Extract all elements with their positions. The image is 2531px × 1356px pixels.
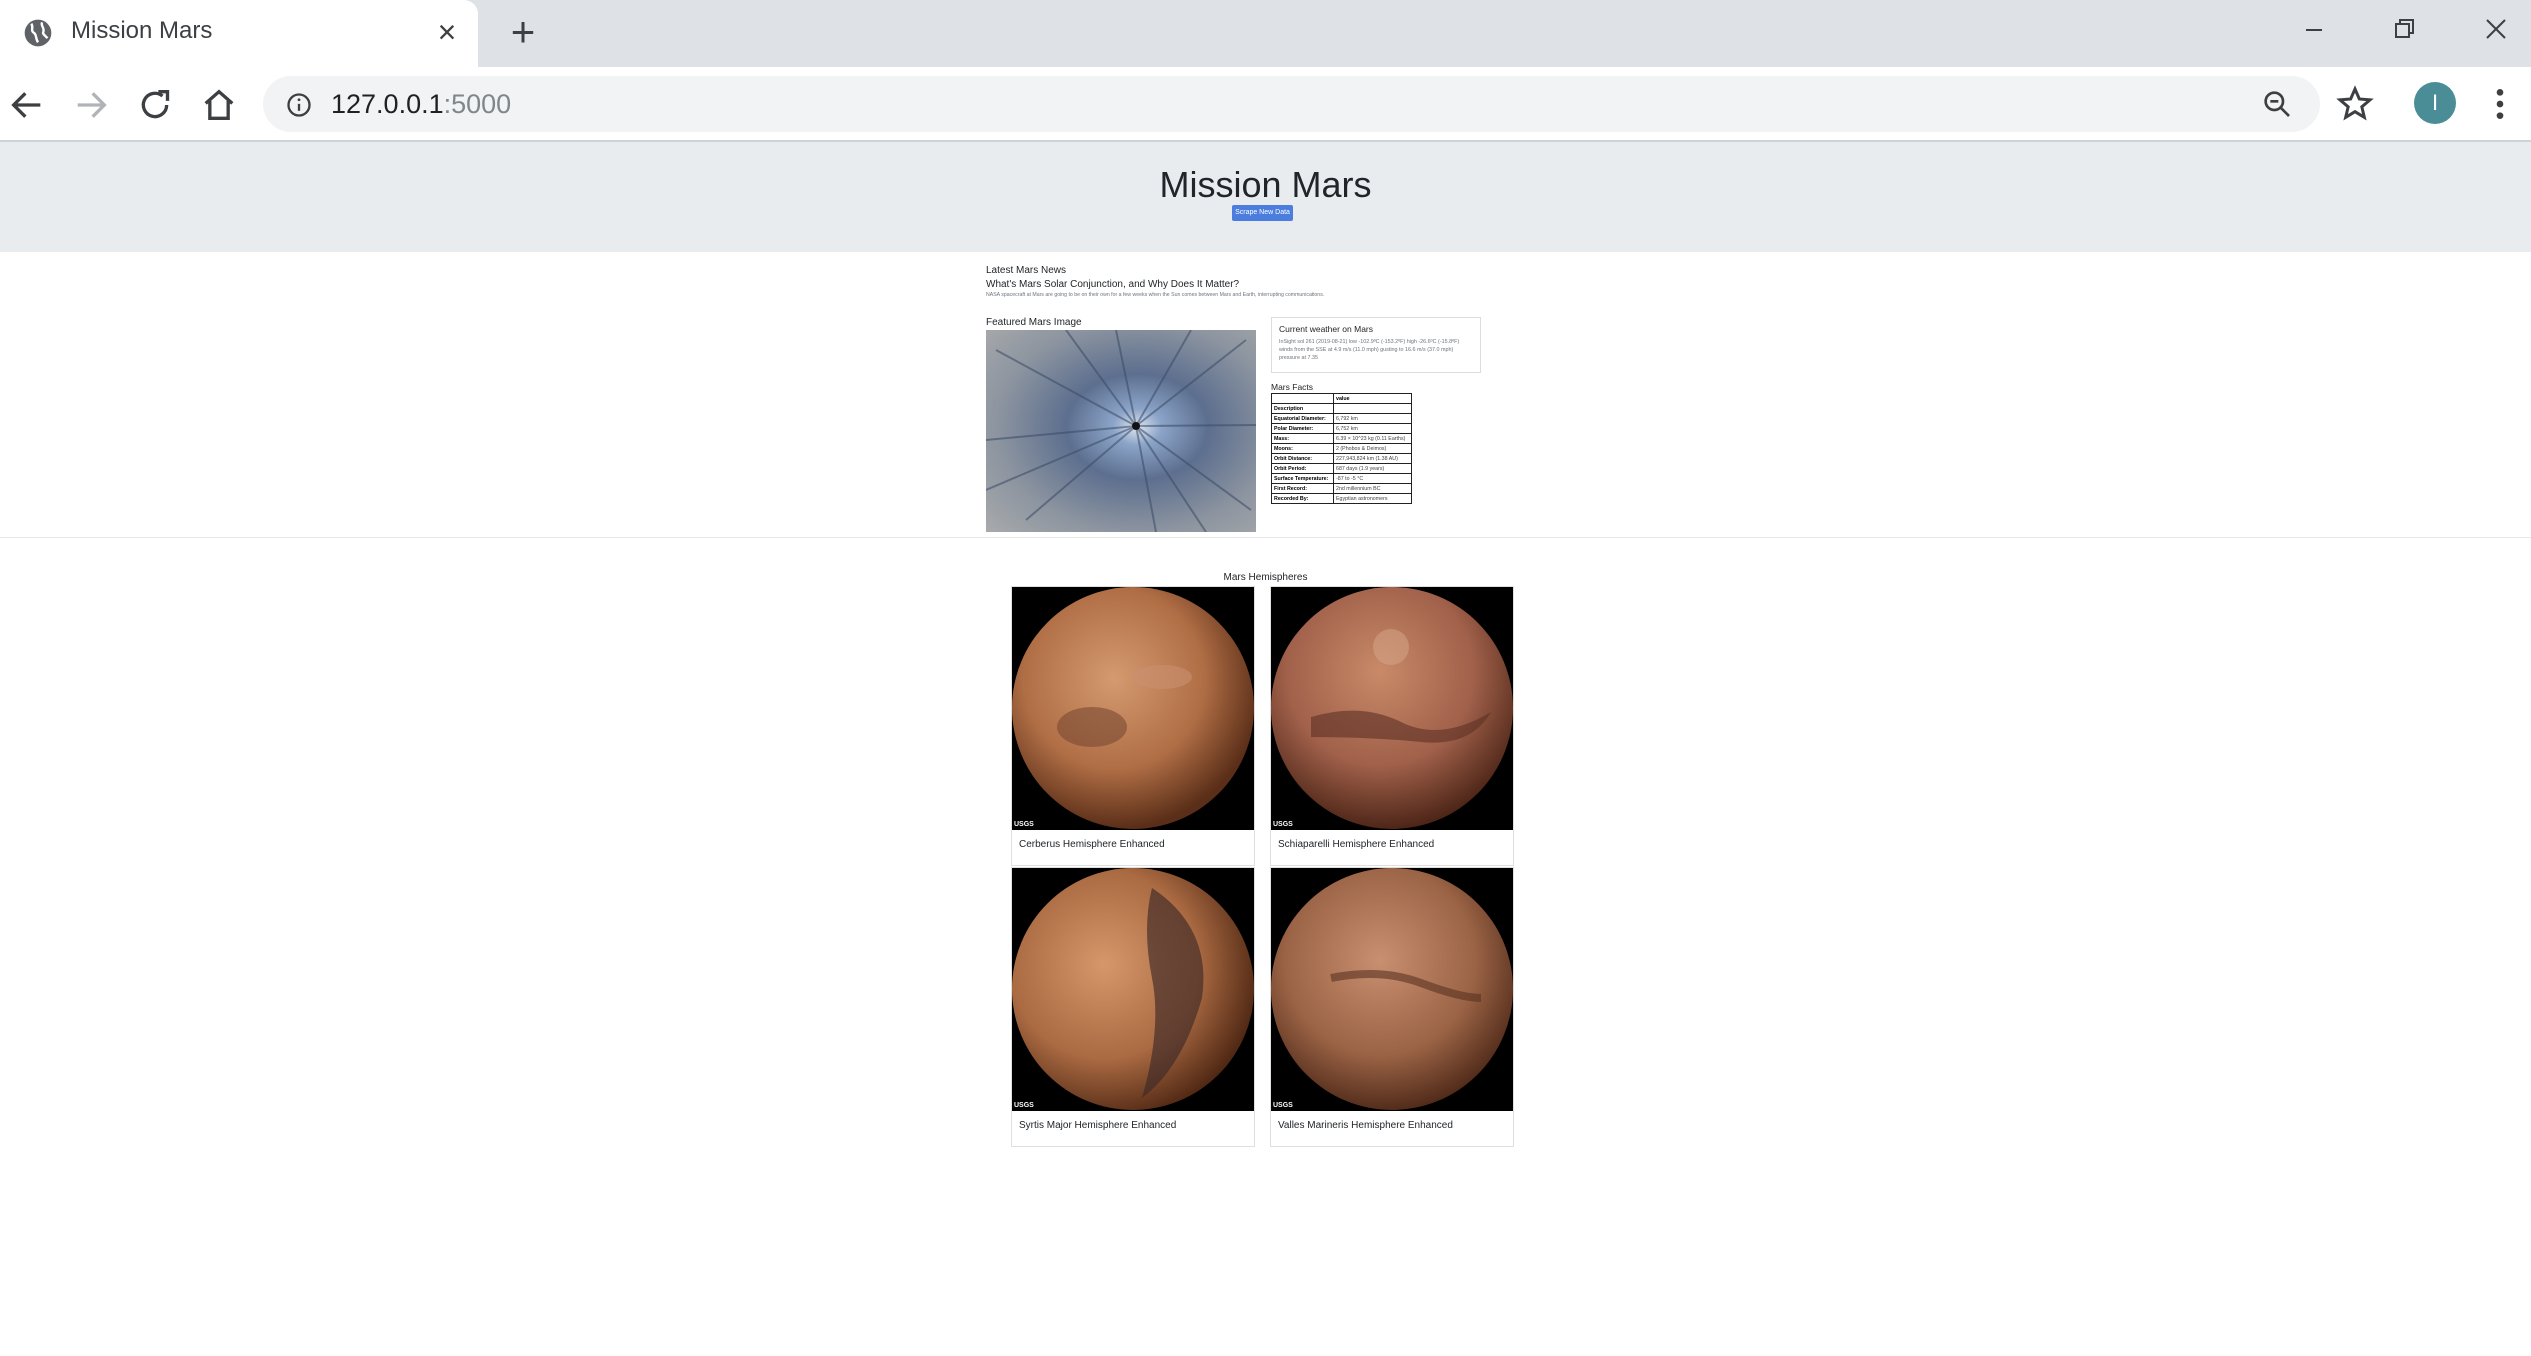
hemispheres-header: Mars Hemispheres: [1223, 572, 1308, 583]
fact-label: First Record:: [1271, 483, 1334, 494]
featured-image-header: Featured Mars Image: [986, 317, 1082, 328]
tab-strip: Mission Mars × +: [0, 0, 2531, 67]
close-window-icon[interactable]: [2466, 10, 2526, 50]
url-port: :5000: [443, 89, 512, 119]
restore-icon[interactable]: [2374, 10, 2434, 50]
hemisphere-image: USGS: [1012, 868, 1254, 1111]
table-row: Recorded By: Egyptian astronomers: [1271, 493, 1412, 504]
fact-value: -87 to -5 °C: [1333, 473, 1412, 484]
hemisphere-image: USGS: [1012, 587, 1254, 830]
hemisphere-title: Syrtis Major Hemisphere Enhanced: [1019, 1120, 1177, 1131]
fact-label: Equatorial Diameter:: [1271, 413, 1334, 424]
fact-label: Recorded By:: [1271, 493, 1334, 504]
table-index-header: Description: [1271, 403, 1334, 414]
usgs-logo: USGS: [1014, 1102, 1034, 1109]
weather-card: Current weather on Mars InSight sol 261 …: [1271, 317, 1481, 373]
table-row: First Record: 2nd millennium BC: [1271, 483, 1412, 494]
news-header: Latest Mars News: [986, 265, 1067, 276]
table-row: Equatorial Diameter: 6,792 km: [1271, 413, 1412, 424]
fact-label: Polar Diameter:: [1271, 423, 1334, 434]
browser-toolbar: 127.0.0.1:5000 I: [0, 67, 2531, 142]
hemisphere-card-schiaparelli: USGS Schiaparelli Hemisphere Enhanced: [1270, 586, 1514, 866]
zoom-icon[interactable]: [2261, 88, 2293, 120]
fact-value: 2 (Phobos & Deimos): [1333, 443, 1412, 454]
fact-label: Orbit Period:: [1271, 463, 1334, 474]
usgs-logo: USGS: [1014, 821, 1034, 828]
fact-value: 687 days (1.9 years): [1333, 463, 1412, 474]
hemisphere-card-syrtis-major: USGS Syrtis Major Hemisphere Enhanced: [1011, 867, 1255, 1147]
tab-mission-mars[interactable]: Mission Mars ×: [0, 0, 478, 67]
home-icon[interactable]: [199, 85, 239, 125]
hemisphere-image: USGS: [1271, 587, 1513, 830]
fact-label: Surface Temperature:: [1271, 473, 1334, 484]
profile-avatar[interactable]: I: [2414, 82, 2456, 124]
table-row: Polar Diameter: 6,752 km: [1271, 423, 1412, 434]
hemisphere-image: USGS: [1271, 868, 1513, 1111]
forward-icon[interactable]: [71, 85, 111, 125]
table-row: Moons: 2 (Phobos & Deimos): [1271, 443, 1412, 454]
fact-value: Egyptian astronomers: [1333, 493, 1412, 504]
mars-facts-table: value Description Equatorial Diameter: 6,…: [1271, 393, 1412, 504]
usgs-logo: USGS: [1273, 1102, 1293, 1109]
usgs-logo: USGS: [1273, 821, 1293, 828]
hemisphere-title: Cerberus Hemisphere Enhanced: [1019, 839, 1165, 850]
scrape-new-data-button[interactable]: Scrape New Data: [1232, 205, 1293, 221]
hemisphere-card-valles-marineris: USGS Valles Marineris Hemisphere Enhance…: [1270, 867, 1514, 1147]
minimize-icon[interactable]: [2284, 10, 2344, 50]
fact-value: 6,792 km: [1333, 413, 1412, 424]
close-tab-icon[interactable]: ×: [432, 15, 462, 49]
fact-value: 227,943,824 km (1.38 AU): [1333, 453, 1412, 464]
weather-text: InSight sol 261 (2019-08-21) low -102.9º…: [1279, 339, 1460, 361]
table-row: Mass: 6.39 × 10^23 kg (0.11 Earths): [1271, 433, 1412, 444]
url-host: 127.0.0.1: [331, 89, 444, 119]
bookmark-star-icon[interactable]: [2335, 84, 2375, 124]
mars-facts-header: Mars Facts: [1271, 382, 1314, 392]
more-menu-icon[interactable]: [2485, 84, 2515, 124]
hemisphere-title: Valles Marineris Hemisphere Enhanced: [1278, 1120, 1453, 1131]
hemisphere-title: Schiaparelli Hemisphere Enhanced: [1278, 839, 1435, 850]
page-content: Mission Mars Scrape New Data Latest Mars…: [0, 142, 2531, 1356]
browser-chrome: Mission Mars × + 127.0.0.1:5000 I: [0, 0, 2531, 142]
hemisphere-card-cerberus: USGS Cerberus Hemisphere Enhanced: [1011, 586, 1255, 866]
table-column-header: value: [1333, 393, 1412, 404]
table-row: Orbit Period: 687 days (1.9 years): [1271, 463, 1412, 474]
featured-mars-image: [986, 330, 1256, 532]
tab-title: Mission Mars: [71, 17, 213, 44]
fact-label: Moons:: [1271, 443, 1334, 454]
table-cell: [1333, 403, 1412, 414]
fact-value: 2nd millennium BC: [1333, 483, 1412, 494]
reload-icon[interactable]: [135, 85, 175, 125]
table-row: Surface Temperature: -87 to -5 °C: [1271, 473, 1412, 484]
page-title: Mission Mars: [1159, 164, 1372, 205]
fact-value: 6,752 km: [1333, 423, 1412, 434]
news-title: What's Mars Solar Conjunction, and Why D…: [986, 279, 1240, 290]
table-corner-cell: [1271, 393, 1334, 404]
section-divider: [0, 537, 2531, 538]
news-teaser: NASA spacecraft at Mars are going to be …: [986, 292, 1325, 298]
table-row: Description: [1271, 403, 1412, 414]
globe-icon: [24, 19, 52, 47]
new-tab-icon[interactable]: +: [503, 11, 543, 53]
jumbotron: Mission Mars Scrape New Data: [0, 142, 2531, 252]
fact-label: Orbit Distance:: [1271, 453, 1334, 464]
back-icon[interactable]: [7, 85, 47, 125]
url-text: 127.0.0.1:5000: [331, 89, 511, 120]
fact-label: Mass:: [1271, 433, 1334, 444]
site-info-icon[interactable]: [285, 91, 313, 119]
table-header-row: value: [1271, 393, 1412, 404]
address-bar[interactable]: 127.0.0.1:5000: [263, 76, 2320, 132]
table-row: Orbit Distance: 227,943,824 km (1.38 AU): [1271, 453, 1412, 464]
weather-header: Current weather on Mars: [1279, 324, 1374, 334]
fact-value: 6.39 × 10^23 kg (0.11 Earths): [1333, 433, 1412, 444]
